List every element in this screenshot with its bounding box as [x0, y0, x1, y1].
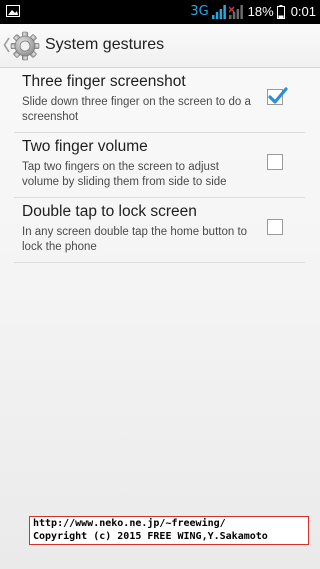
clock: 0:01	[290, 4, 316, 19]
notification-image-icon	[6, 5, 20, 17]
pref-summary: Tap two fingers on the screen to adjust …	[22, 161, 227, 188]
watermark-url: http://www.neko.ne.jp/~freewing/	[33, 518, 226, 529]
pref-title: Three finger screenshot	[22, 73, 186, 90]
settings-gear-icon[interactable]	[10, 31, 40, 61]
pref-item-double-tap-lock[interactable]: Double tap to lock screen In any screen …	[14, 198, 305, 263]
pref-title: Two finger volume	[22, 138, 148, 155]
signal-strength-icon	[211, 5, 226, 19]
preference-list: Three finger screenshot Slide down three…	[14, 68, 305, 263]
pref-item-two-finger-volume[interactable]: Two finger volume Tap two fingers on the…	[14, 133, 305, 198]
status-bar: 3G 18% 0:01	[0, 0, 320, 24]
battery-icon	[276, 5, 285, 19]
copyright-watermark: http://www.neko.ne.jp/~freewing/ Copyrig…	[29, 516, 309, 545]
double-tap-lock-checkbox[interactable]	[267, 219, 283, 235]
checkmark-icon	[268, 87, 288, 104]
page-title: System gestures	[45, 36, 165, 53]
watermark-copyright: Copyright (c) 2015 FREE WING,Y.Sakamoto	[33, 530, 268, 542]
status-icons: 3G 18% 0:01	[190, 0, 316, 24]
action-bar: System gestures	[0, 24, 320, 68]
two-finger-volume-checkbox[interactable]	[267, 154, 283, 170]
three-finger-screenshot-checkbox[interactable]	[267, 87, 288, 105]
pref-summary: In any screen double tap the home button…	[22, 226, 248, 253]
pref-item-three-finger-screenshot[interactable]: Three finger screenshot Slide down three…	[14, 68, 305, 133]
battery-percent: 18%	[247, 4, 274, 19]
pref-summary: Slide down three finger on the screen to…	[22, 96, 251, 123]
signal-strength-secondary-icon	[228, 5, 243, 19]
pref-title: Double tap to lock screen	[22, 203, 197, 220]
network-type-label: 3G	[190, 4, 209, 19]
